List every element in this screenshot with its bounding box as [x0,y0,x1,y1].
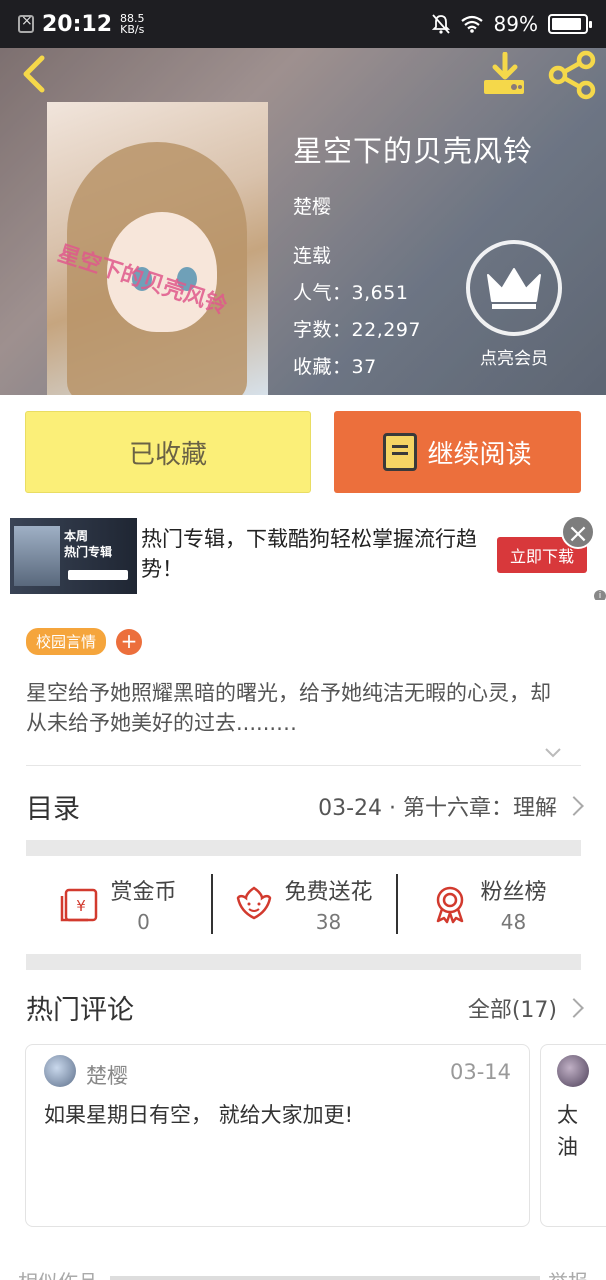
tag-campus-romance[interactable]: 校园言情 [26,628,107,655]
reward-coins-button[interactable]: ¥ 赏金币 0 [26,866,211,942]
add-tag-button[interactable]: + [116,628,143,655]
medal-icon [437,886,464,924]
comment-card[interactable]: 太油 [540,1044,606,1227]
tag-list: 校园言情 + [26,628,143,655]
mute-bell-icon [431,14,450,34]
speed-unit: KB/s [120,23,145,36]
divider [26,765,581,766]
chevron-right-icon [564,997,584,1018]
similar-works-label: 相似作品 [18,1266,98,1280]
share-icon[interactable] [548,50,598,100]
battery-icon [548,14,592,34]
book-title: 星空下的贝壳风铃 [293,134,534,168]
word-count-value: 22,297 [351,319,421,341]
chevron-right-icon [564,796,584,816]
favorited-button[interactable]: 已收藏 [25,411,311,493]
hot-comments-header: 热门评论 全部(17) [26,988,584,1027]
network-speed: 88.5 KB/s [120,13,145,35]
report-link[interactable]: 举报 [548,1266,588,1280]
fan-ranking-label: 粉丝榜 [480,880,547,905]
comment-card[interactable]: 楚樱 03-14 如果星期日有空， 就给大家加更! [25,1044,530,1227]
status-bar: 20:12 88.5 KB/s 89% [0,0,606,48]
vip-button[interactable]: 点亮会员 [466,240,562,369]
section-divider [26,840,581,856]
free-flower-value: 38 [315,910,342,934]
popularity-label: 人气： [293,282,352,304]
battery-percent: 89% [493,12,538,36]
ad-image: 本周 热门专辑 [10,518,137,594]
toc-label: 目录 [26,793,80,825]
reward-coins-label: 赏金币 [110,880,177,905]
fan-ranking-value: 48 [500,910,527,934]
download-icon[interactable] [480,52,530,98]
ad-banner[interactable]: 本周 热门专辑 热门专辑，下载酷狗轻松掌握流行趋势！ 立即下载 × i [0,510,606,602]
wifi-icon [460,15,483,33]
book-cover-image[interactable]: 星空下的贝壳风铃 [47,102,268,395]
comment-date: 03-14 [449,1060,511,1084]
flower-icon [237,886,272,920]
reward-coins-value: 0 [137,910,150,934]
fan-ranking-button[interactable]: 粉丝榜 48 [396,866,581,942]
latest-chapter: 03-24 · 第十六章：理解 [318,796,557,821]
similar-works-row: 相似作品 举报 [0,1260,606,1280]
comment-user[interactable]: 楚樱 [86,1060,128,1090]
continue-reading-button[interactable]: 继续阅读 [334,411,581,493]
section-divider [26,954,581,970]
red-envelope-icon: ¥ [61,888,98,922]
comment-text: 如果星期日有空， 就给大家加更! [44,1103,354,1127]
free-flower-label: 免费送花 [284,880,373,905]
comment-text: 太油 [557,1103,578,1159]
crown-icon [487,268,541,309]
main-content: 校园言情 + 星空给予她照耀黑暗的曙光，给予她纯洁无暇的心灵，却从未给予她美好的… [0,600,606,1280]
status-time: 20:12 [42,11,113,37]
all-comments-label: 全部(17) [467,997,557,1023]
all-comments-link[interactable]: 全部(17) [467,992,584,1024]
free-flower-button[interactable]: 免费送花 38 [211,866,396,942]
vip-label: 点亮会员 [480,349,548,369]
chevron-down-icon[interactable] [544,744,562,762]
book-description: 星空给予她照耀黑暗的曙光，给予她纯洁无暇的心灵，却从未给予她美好的过去.....… [26,681,551,735]
table-of-contents-row[interactable]: 目录 03-24 · 第十六章：理解 [26,778,584,834]
ad-image-text: 本周 热门专辑 [64,529,113,559]
support-stats: ¥ 赏金币 0 免费送花 38 粉丝榜 48 [26,866,581,942]
hot-comments-title: 热门评论 [26,995,134,1026]
ad-close-icon[interactable]: × [561,515,595,549]
ad-text: 热门专辑，下载酷狗轻松掌握流行趋势！ [141,527,477,581]
svg-text:¥: ¥ [77,897,87,915]
book-detail-page: 20:12 88.5 KB/s 89% 星空下的贝壳风铃 星空下的贝壳风铃 楚樱… [0,0,606,1280]
avatar[interactable] [44,1055,76,1087]
back-arrow-icon[interactable] [14,52,54,96]
avatar[interactable] [557,1055,589,1087]
popularity-value: 3,651 [351,282,409,304]
action-bar: 已收藏 继续阅读 [0,395,606,510]
continue-reading-label: 继续阅读 [427,439,532,470]
notification-icon [18,13,34,33]
book-icon [383,433,418,471]
favorites-label: 收藏： [293,356,352,378]
word-count-label: 字数： [293,319,352,341]
favorites-value: 37 [351,356,377,378]
book-author[interactable]: 楚樱 [293,192,533,219]
